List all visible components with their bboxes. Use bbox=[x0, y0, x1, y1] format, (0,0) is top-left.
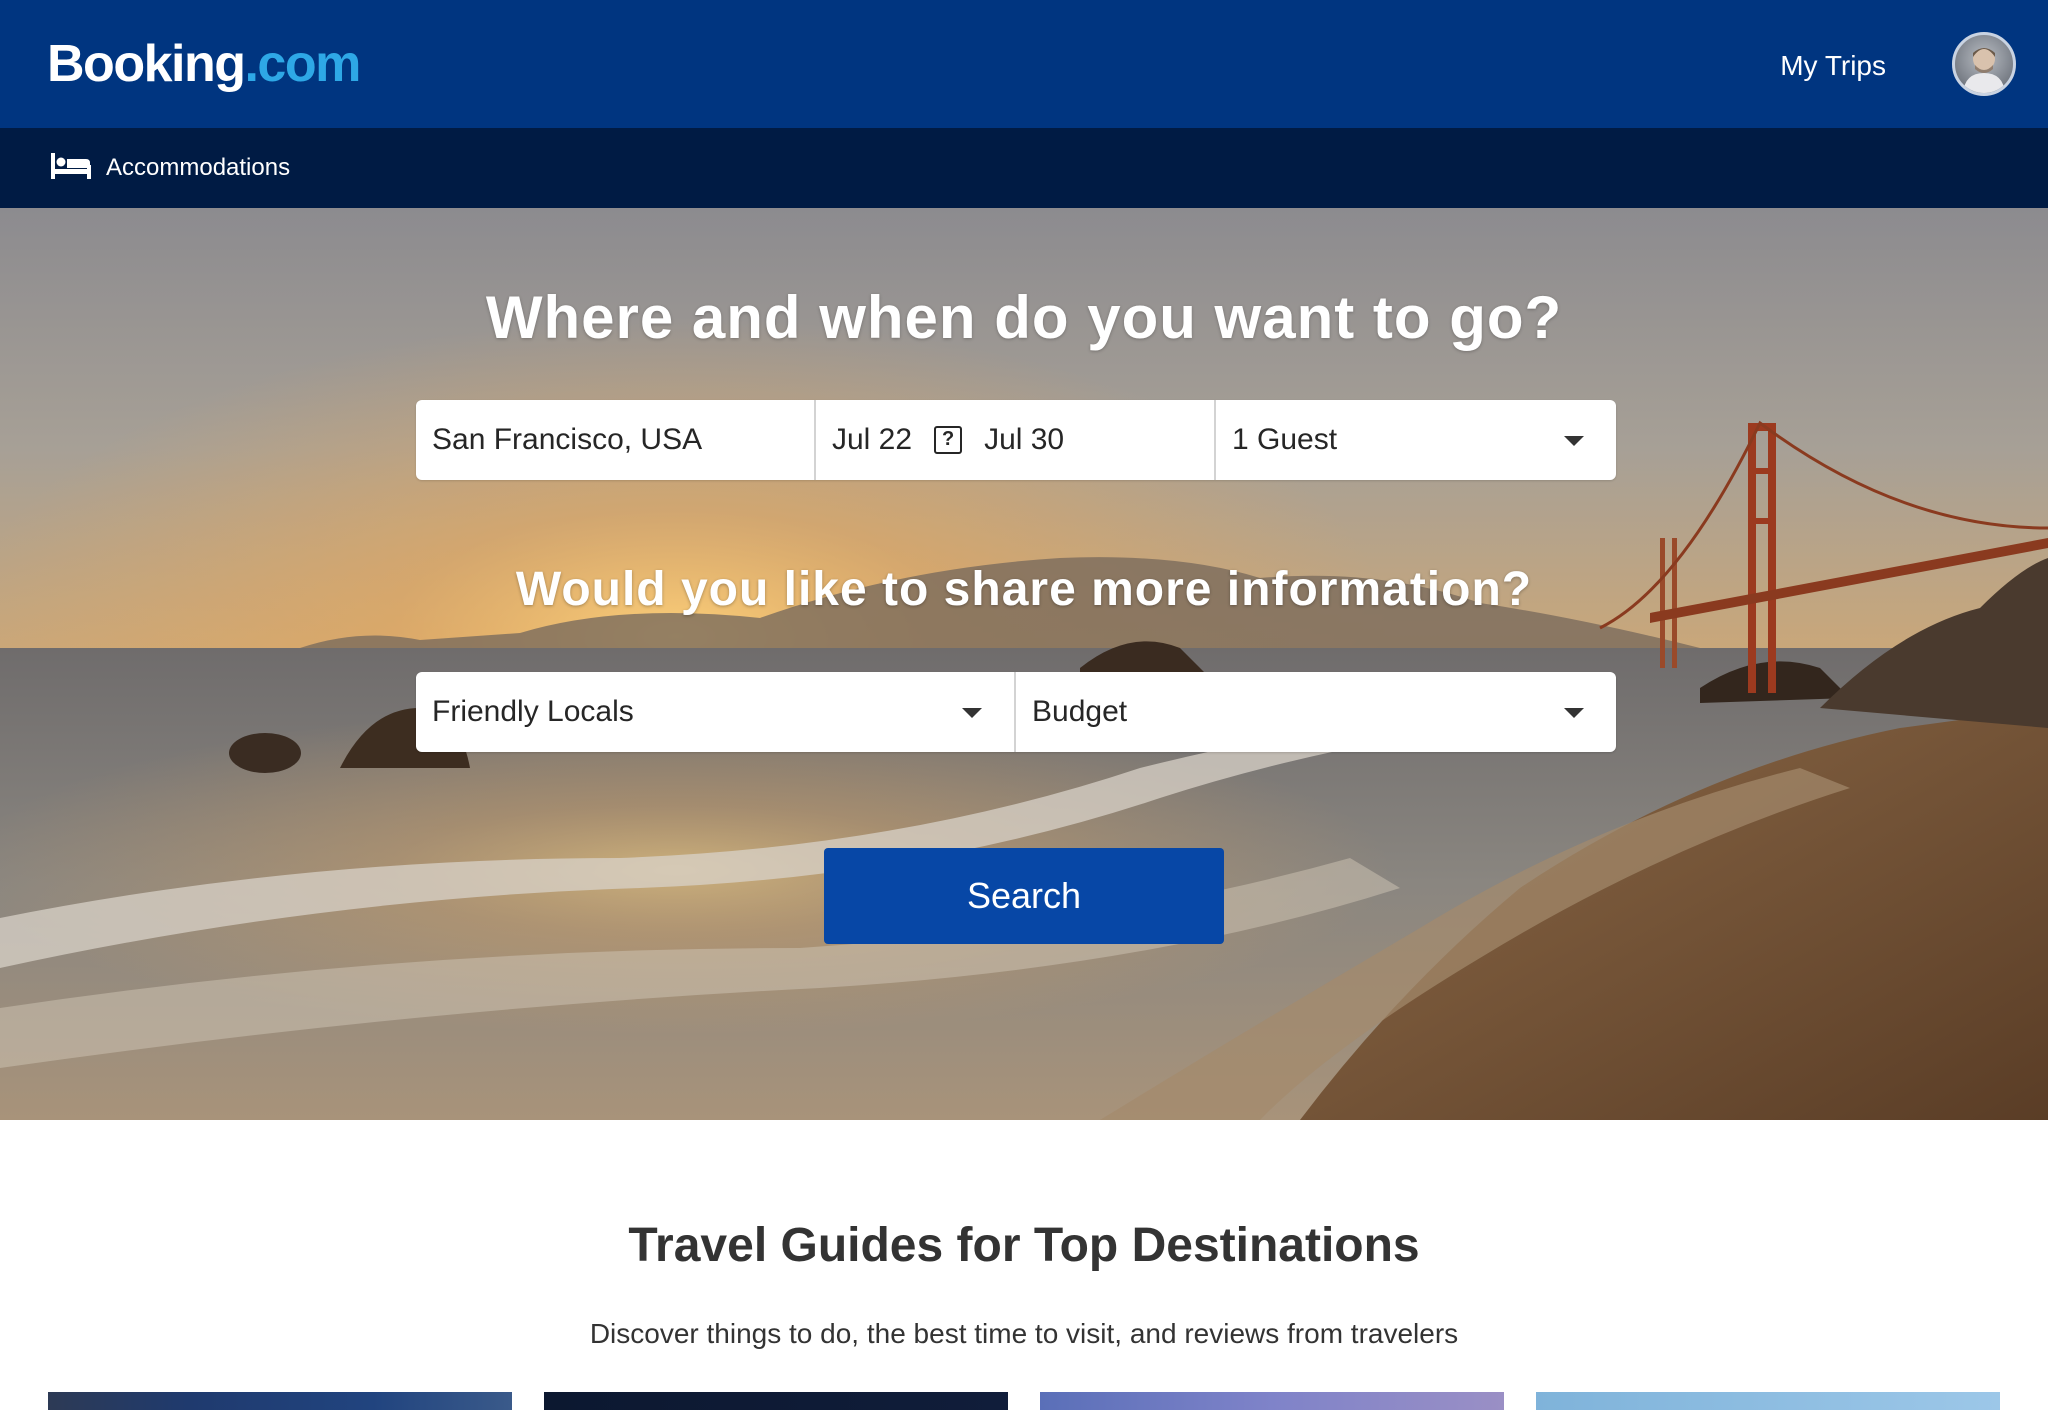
hero-title-where: Where bbox=[485, 284, 675, 351]
dates-field[interactable]: Jul 22 ? Jul 30 bbox=[816, 400, 1216, 480]
question-box-icon: ? bbox=[934, 426, 963, 454]
search-form-row: San Francisco, USA Jul 22 ? Jul 30 1 Gue… bbox=[416, 400, 1616, 480]
my-trips-link[interactable]: My Trips bbox=[1780, 46, 1886, 86]
user-avatar[interactable] bbox=[1952, 32, 2016, 96]
preference-value: Friendly Locals bbox=[432, 695, 634, 728]
search-button[interactable]: Search bbox=[824, 848, 1224, 944]
destination-value: San Francisco, USA bbox=[432, 423, 703, 456]
guests-dropdown[interactable]: 1 Guest bbox=[1216, 400, 1616, 480]
budget-dropdown[interactable]: Budget bbox=[1016, 672, 1616, 752]
guides-subtitle: Discover things to do, the best time to … bbox=[589, 1318, 1459, 1349]
avatar-portrait-icon bbox=[1963, 48, 2005, 93]
budget-value: Budget bbox=[1032, 695, 1128, 728]
more-info-heading: Would you like to share more information… bbox=[515, 563, 1533, 616]
guide-card[interactable] bbox=[1536, 1392, 2000, 1410]
hero-section: Where and when do you want to go? San Fr… bbox=[0, 208, 2048, 1120]
hero-title: Where and when do you want to go? bbox=[0, 280, 2048, 356]
hero-title-when: when bbox=[819, 284, 977, 351]
hero-title-rest: do you want to go? bbox=[976, 284, 1563, 351]
check-in-date: Jul 22 bbox=[832, 423, 913, 456]
preferences-row: Friendly Locals Budget bbox=[416, 672, 1616, 752]
guide-card[interactable] bbox=[544, 1392, 1008, 1410]
chevron-down-icon bbox=[1564, 436, 1584, 446]
guide-card[interactable] bbox=[1040, 1392, 1504, 1410]
hero-title-and: and bbox=[674, 284, 820, 351]
chevron-down-icon bbox=[962, 708, 982, 718]
nav-accommodations-label: Accommodations bbox=[106, 154, 291, 181]
chevron-down-icon bbox=[1564, 708, 1584, 718]
logo-suffix-text: .com bbox=[244, 35, 361, 93]
top-header: Booking.com My Trips bbox=[0, 0, 2048, 128]
destination-field[interactable]: San Francisco, USA bbox=[416, 400, 816, 480]
booking-logo[interactable]: Booking.com bbox=[47, 30, 361, 98]
secondary-nav: Accommodations bbox=[0, 128, 2048, 208]
bed-icon bbox=[50, 151, 92, 186]
logo-main-text: Booking bbox=[47, 35, 246, 93]
nav-item-accommodations[interactable]: Accommodations bbox=[50, 150, 290, 186]
check-out-date: Jul 30 bbox=[984, 423, 1065, 456]
preference-dropdown[interactable]: Friendly Locals bbox=[416, 672, 1016, 752]
guides-title: Travel Guides for Top Destinations bbox=[628, 1219, 1420, 1272]
guests-value: 1 Guest bbox=[1232, 423, 1338, 456]
guide-card[interactable] bbox=[48, 1392, 512, 1410]
